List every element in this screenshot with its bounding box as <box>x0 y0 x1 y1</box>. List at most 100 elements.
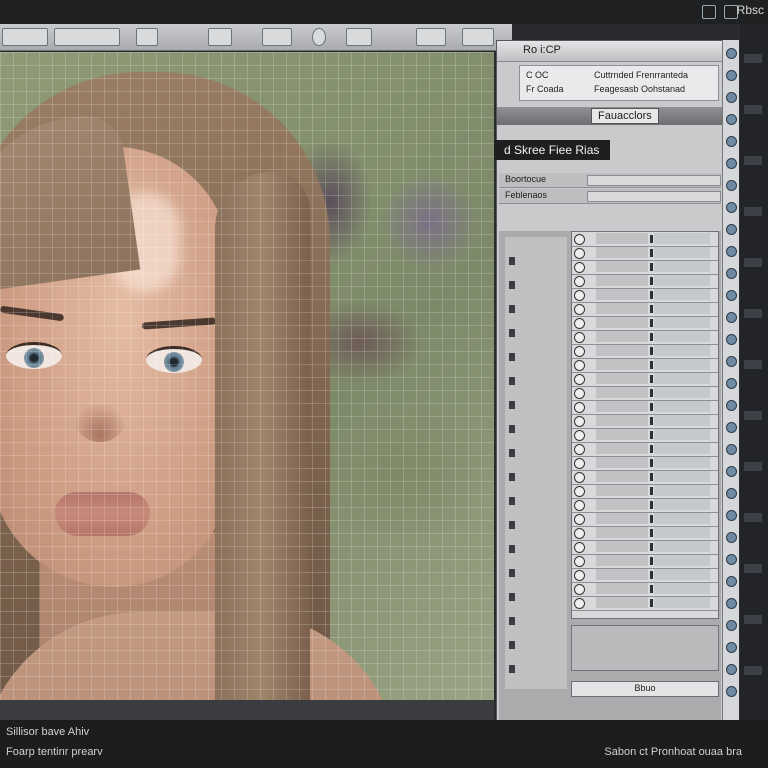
layer-row[interactable] <box>572 316 718 331</box>
side-tool-icon[interactable] <box>744 394 762 403</box>
layer-row[interactable] <box>572 442 718 457</box>
visibility-icon[interactable] <box>574 542 585 553</box>
side-tool-icon[interactable] <box>744 428 762 437</box>
visibility-icon[interactable] <box>574 458 585 469</box>
layer-row[interactable] <box>572 484 718 499</box>
canvas-scrollbar[interactable] <box>0 700 494 720</box>
panel-tool-icon[interactable] <box>726 312 737 323</box>
panel-tool-icon[interactable] <box>726 466 737 477</box>
zoom-icon[interactable] <box>2 28 48 46</box>
panel-tool-icon[interactable] <box>726 664 737 675</box>
visibility-icon[interactable] <box>574 304 585 315</box>
side-tool-icon[interactable] <box>744 513 762 522</box>
pen-tool-icon[interactable] <box>54 28 120 46</box>
layer-row[interactable] <box>572 288 718 303</box>
panel-tool-icon[interactable] <box>726 686 737 697</box>
side-tool-icon[interactable] <box>744 666 762 675</box>
side-tool-icon[interactable] <box>744 139 762 148</box>
side-tool-icon[interactable] <box>744 360 762 369</box>
window-icon[interactable] <box>702 5 716 19</box>
panel-tool-icon[interactable] <box>726 400 737 411</box>
side-tool-icon[interactable] <box>744 156 762 165</box>
layer-row[interactable] <box>572 554 718 569</box>
side-tool-icon[interactable] <box>744 530 762 539</box>
image-canvas[interactable] <box>0 52 494 700</box>
layer-row[interactable] <box>572 344 718 359</box>
grid-toggle-icon[interactable] <box>346 28 372 46</box>
layer-row[interactable] <box>572 456 718 471</box>
side-tool-icon[interactable] <box>744 343 762 352</box>
visibility-icon[interactable] <box>574 472 585 483</box>
side-tool-icon[interactable] <box>744 326 762 335</box>
panel-tool-icon[interactable] <box>726 290 737 301</box>
panel-tool-icon[interactable] <box>726 488 737 499</box>
visibility-icon[interactable] <box>574 584 585 595</box>
side-tool-icon[interactable] <box>744 649 762 658</box>
move-icon[interactable] <box>208 28 232 46</box>
side-tool-icon[interactable] <box>744 564 762 573</box>
panel-tool-icon[interactable] <box>726 268 737 279</box>
layer-row[interactable] <box>572 232 718 247</box>
layer-row[interactable] <box>572 386 718 401</box>
panel-tool-icon[interactable] <box>726 510 737 521</box>
side-tool-icon[interactable] <box>744 207 762 216</box>
side-tool-icon[interactable] <box>744 190 762 199</box>
property-field[interactable] <box>587 175 721 186</box>
visibility-icon[interactable] <box>574 388 585 399</box>
layer-row[interactable] <box>572 596 718 611</box>
layer-row[interactable] <box>572 428 718 443</box>
layer-row[interactable] <box>572 526 718 541</box>
side-tool-icon[interactable] <box>744 241 762 250</box>
panel-tool-icon[interactable] <box>726 642 737 653</box>
visibility-icon[interactable] <box>574 360 585 371</box>
side-tool-icon[interactable] <box>744 462 762 471</box>
panel-tool-icon[interactable] <box>726 598 737 609</box>
visibility-icon[interactable] <box>574 262 585 273</box>
panel-tool-icon[interactable] <box>726 158 737 169</box>
panel-tool-icon[interactable] <box>726 180 737 191</box>
visibility-icon[interactable] <box>574 248 585 259</box>
panel-tool-icon[interactable] <box>726 620 737 631</box>
brush-icon[interactable] <box>262 28 292 46</box>
panel-tool-icon[interactable] <box>726 378 737 389</box>
panel-tool-icon[interactable] <box>726 92 737 103</box>
visibility-icon[interactable] <box>574 500 585 511</box>
side-tool-icon[interactable] <box>744 411 762 420</box>
panel-dark-header[interactable]: d Skree Fiee Rias <box>494 140 610 160</box>
layer-row[interactable] <box>572 372 718 387</box>
visibility-icon[interactable] <box>574 234 585 245</box>
property-row[interactable]: Feblenaos <box>499 189 721 204</box>
side-tool-icon[interactable] <box>744 88 762 97</box>
side-tool-icon[interactable] <box>744 683 762 692</box>
side-tool-icon[interactable] <box>744 615 762 624</box>
panel-tool-icon[interactable] <box>726 554 737 565</box>
side-tool-icon[interactable] <box>744 71 762 80</box>
visibility-icon[interactable] <box>574 444 585 455</box>
side-tool-icon[interactable] <box>744 105 762 114</box>
layer-row[interactable] <box>572 582 718 597</box>
property-row[interactable]: Boortocue <box>499 173 721 188</box>
visibility-icon[interactable] <box>574 416 585 427</box>
visibility-icon[interactable] <box>574 332 585 343</box>
ellipse-icon[interactable] <box>312 28 326 46</box>
layer-row[interactable] <box>572 260 718 275</box>
frame-icon[interactable] <box>416 28 446 46</box>
layer-row[interactable] <box>572 330 718 345</box>
visibility-icon[interactable] <box>574 514 585 525</box>
side-tool-icon[interactable] <box>744 292 762 301</box>
side-tool-icon[interactable] <box>744 496 762 505</box>
hand-icon[interactable] <box>462 28 494 46</box>
side-tool-icon[interactable] <box>744 632 762 641</box>
layer-row[interactable] <box>572 358 718 373</box>
visibility-icon[interactable] <box>574 528 585 539</box>
visibility-icon[interactable] <box>574 318 585 329</box>
panel-tool-icon[interactable] <box>726 70 737 81</box>
visibility-icon[interactable] <box>574 570 585 581</box>
panel-tool-icon[interactable] <box>726 444 737 455</box>
visibility-icon[interactable] <box>574 402 585 413</box>
visibility-icon[interactable] <box>574 430 585 441</box>
panel-tool-icon[interactable] <box>726 422 737 433</box>
grid-icon[interactable] <box>136 28 158 46</box>
visibility-icon[interactable] <box>574 374 585 385</box>
side-tool-icon[interactable] <box>744 479 762 488</box>
